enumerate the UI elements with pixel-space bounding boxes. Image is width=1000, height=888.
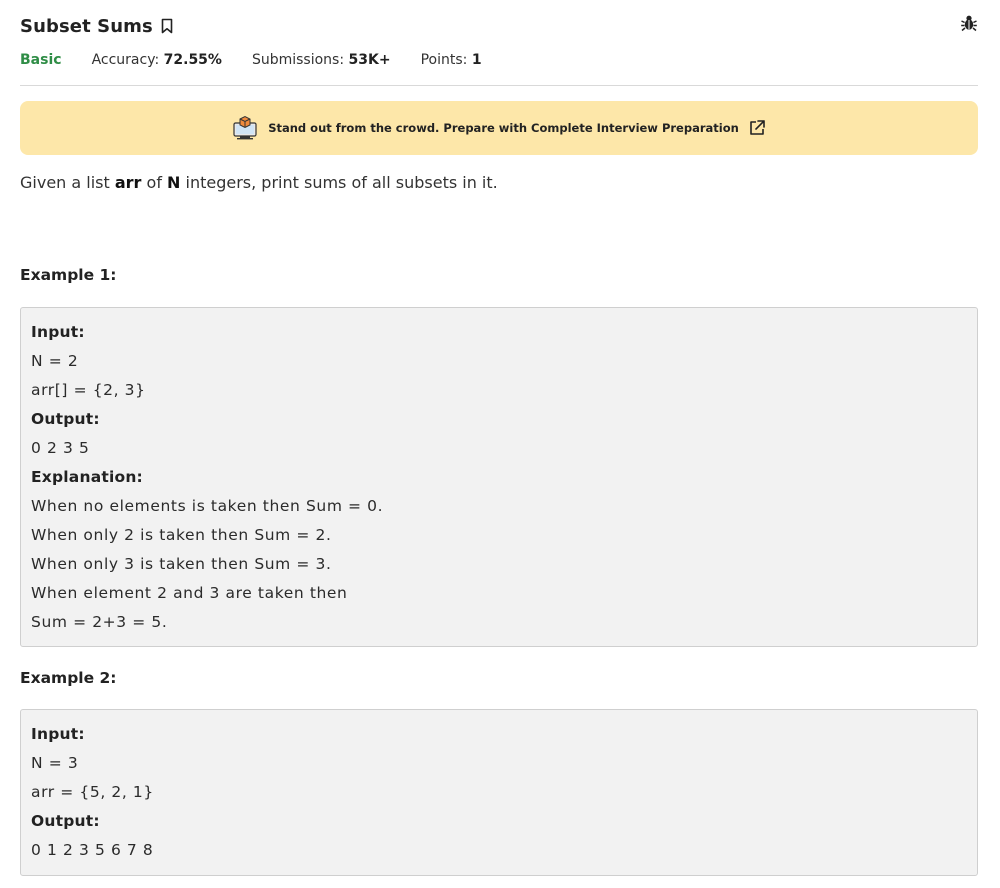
accuracy-label: Accuracy: [91,52,164,68]
example-1-block: Input: N = 2 arr[] = {2, 3} Output: 0 2 … [20,307,978,647]
banner-text: Stand out from the crowd. Prepare with C… [268,121,739,135]
problem-header: Subset Sums Basic Accuracy: 72.55% Submi… [20,14,978,68]
bug-icon[interactable] [960,14,978,32]
statement-n: N [167,173,181,192]
submissions-label: Submissions: [251,52,349,68]
statement-text-2: of [141,173,168,192]
explanation-line: When element 2 and 3 are taken then [31,584,348,602]
problem-title: Subset Sums [20,15,153,37]
points-stat: Points: 1 [421,52,482,68]
points-value: 1 [471,52,482,68]
example-1-title: Example 1: [20,266,117,284]
accuracy-value: 72.55% [163,52,222,68]
header-divider [20,85,978,86]
output-line: 0 1 2 3 5 6 7 8 [31,841,154,859]
example-2-block: Input: N = 3 arr = {5, 2, 1} Output: 0 1… [20,709,978,876]
input-label: Input: [31,323,85,341]
input-label: Input: [31,725,85,743]
statement-text-3: integers, print sums of all subsets in i… [180,173,498,192]
input-line: arr = {5, 2, 1} [31,783,154,801]
explanation-label: Explanation: [31,468,143,486]
submissions-value: 53K+ [348,52,391,68]
statement-arr: arr [114,173,142,192]
laptop-box-icon [233,115,257,140]
explanation-line: When only 2 is taken then Sum = 2. [31,526,332,544]
output-line: 0 2 3 5 [31,439,90,457]
difficulty-badge: Basic [20,52,62,68]
input-line: N = 2 [31,352,79,370]
bookmark-icon[interactable] [161,18,173,34]
interview-prep-banner[interactable]: Stand out from the crowd. Prepare with C… [20,101,978,155]
explanation-line: When no elements is taken then Sum = 0. [31,497,384,515]
example-2-title: Example 2: [20,669,117,687]
output-label: Output: [31,410,100,428]
statement-text-1: Given a list [20,173,115,192]
explanation-line: Sum = 2+3 = 5. [31,613,168,631]
output-label: Output: [31,812,100,830]
title-row: Subset Sums [20,14,978,38]
problem-statement: Given a list arr of N integers, print su… [20,173,498,192]
points-label: Points: [420,52,472,68]
external-link-icon [749,120,765,135]
problem-meta: Basic Accuracy: 72.55% Submissions: 53K+… [20,52,978,68]
input-line: arr[] = {2, 3} [31,381,146,399]
explanation-line: When only 3 is taken then Sum = 3. [31,555,332,573]
input-line: N = 3 [31,754,79,772]
accuracy-stat: Accuracy: 72.55% [92,52,222,68]
submissions-stat: Submissions: 53K+ [252,52,391,68]
